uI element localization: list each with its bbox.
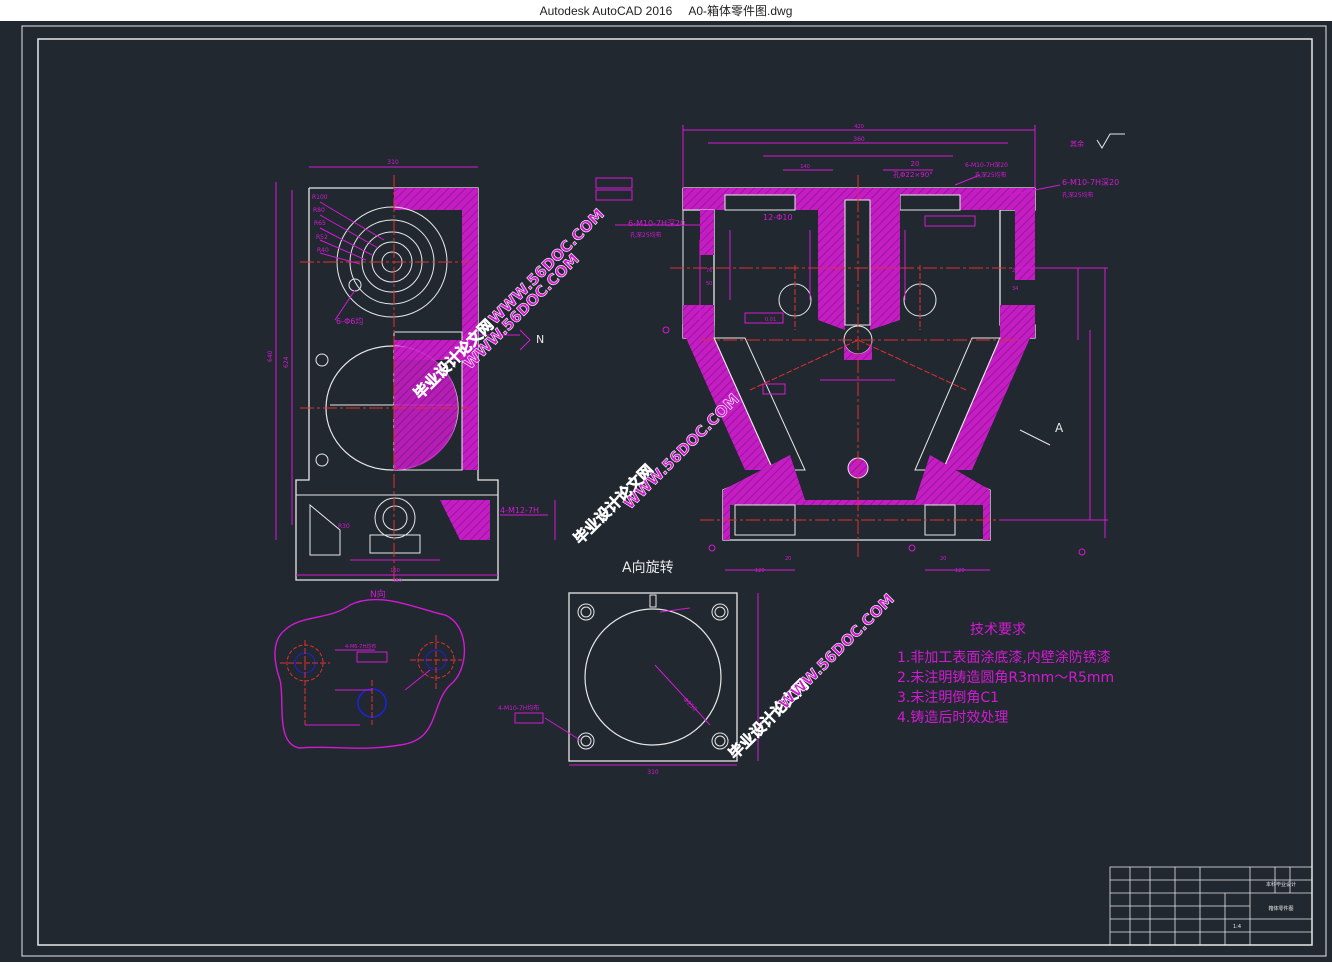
front-dim-420: 420 xyxy=(854,124,864,130)
radius-label-4: R52 xyxy=(316,234,328,241)
radius-label-2: R80 xyxy=(313,207,325,214)
watermark-cn-2: 毕业设计论文网 xyxy=(570,461,657,548)
left-view xyxy=(275,166,556,581)
n-view-caption: N向 xyxy=(370,588,386,600)
front-side-dim-20: 20 xyxy=(1012,268,1018,274)
a-view xyxy=(514,592,759,766)
tech-title: 技术要求 xyxy=(970,622,1026,638)
title-block-part: 箱体零件图 xyxy=(1268,905,1293,912)
front-dim-140: 140 xyxy=(800,164,810,170)
left-hole-note: 6-Φ6均 xyxy=(336,316,363,326)
tech-item-3: 3.未注明倒角C1 xyxy=(897,690,999,706)
front-bottom-dim-3: 20 xyxy=(940,556,946,562)
radius-label-3: R65 xyxy=(314,220,326,227)
file-name: A0-箱体零件图.dwg xyxy=(688,4,793,18)
left-bottom-dim-1: 160 xyxy=(390,568,400,574)
app-name: Autodesk AutoCAD 2016 xyxy=(539,3,673,18)
view-arrow-a: A xyxy=(1055,421,1064,435)
radius-label-5: R40 xyxy=(317,247,329,254)
front-side-dim-34: 34 xyxy=(1012,286,1018,292)
inner-border xyxy=(37,38,1313,946)
front-view xyxy=(595,125,1108,571)
front-bottom-dim-1: 120 xyxy=(755,568,765,574)
front-thread-right: 6-M10-7H深20 xyxy=(1062,178,1119,187)
tech-item-4: 4.铸造后时效处理 xyxy=(897,710,1008,726)
tech-item-2: 2.未注明铸造圆角R3mm～R5mm xyxy=(897,670,1114,686)
front-thread-top-right-2: 孔深25均布 xyxy=(975,171,1007,179)
front-bottom-dim-4: 120 xyxy=(955,568,965,574)
front-tolerance: 0.01 xyxy=(765,317,776,323)
front-thread-top-right: 6-M10-7H深20 xyxy=(965,161,1008,169)
detail-note: 4-M6-7H均布 xyxy=(345,643,376,650)
front-thread-left-2: 孔深25均布 xyxy=(630,231,662,239)
front-hole-note: 孔Φ22×90° xyxy=(893,171,933,179)
drawing-canvas[interactable]: 310 640 624 R100 R80 R65 R52 R40 6-Φ6均 4… xyxy=(0,21,1332,962)
title-block-school: 本科毕业设计 xyxy=(1266,881,1296,888)
tech-item-1: 1.非加工表面涂底漆,内壁涂防锈漆 xyxy=(897,650,1111,666)
cad-drawing[interactable]: 310 640 624 R100 R80 R65 R52 R40 6-Φ6均 4… xyxy=(0,21,1332,962)
roughness-note: 其余 xyxy=(1070,139,1084,148)
front-dim-360: 360 xyxy=(853,136,865,143)
left-height-dim-1: 640 xyxy=(267,350,274,362)
radius-label-1: R100 xyxy=(312,194,328,201)
front-dim-12-holes: 12-Φ10 xyxy=(763,213,793,222)
front-thread-left: 6-M10-7H深20 xyxy=(628,219,685,228)
section-mark-n: N xyxy=(536,333,544,346)
front-thread-right-2: 孔深25均布 xyxy=(1062,191,1094,199)
title-block-scale: 1:4 xyxy=(1233,924,1241,930)
roughness-symbol xyxy=(1096,133,1125,149)
left-width-dim: 310 xyxy=(387,159,399,166)
detail-view xyxy=(274,598,466,749)
front-dim-20: 20 xyxy=(911,160,920,168)
left-height-dim-2: 624 xyxy=(283,356,290,368)
front-side-dim-76: 76 xyxy=(706,268,712,274)
left-radius-note: R30 xyxy=(338,523,350,530)
left-bottom-dim-2: 380 xyxy=(392,578,402,584)
window-title-bar: Autodesk AutoCAD 2016 A0-箱体零件图.dwg xyxy=(0,0,1332,21)
a-view-dia: Φ250 xyxy=(682,696,699,713)
outer-border xyxy=(21,25,1327,957)
front-bottom-dim-2: 20 xyxy=(785,556,791,562)
left-thread-note: 4-M12-7H xyxy=(500,506,539,515)
watermark-en-3: WWW.56DOC.COM xyxy=(775,590,898,713)
a-view-width-dim: 310 xyxy=(647,769,659,776)
watermark-en-4: WWW.56DOC.COM xyxy=(485,205,608,328)
front-side-dim-50: 50 xyxy=(706,281,712,287)
a-view-caption: A向旋转 xyxy=(622,560,674,576)
a-view-thread-note: 4-M10-7H均布 xyxy=(498,704,539,712)
